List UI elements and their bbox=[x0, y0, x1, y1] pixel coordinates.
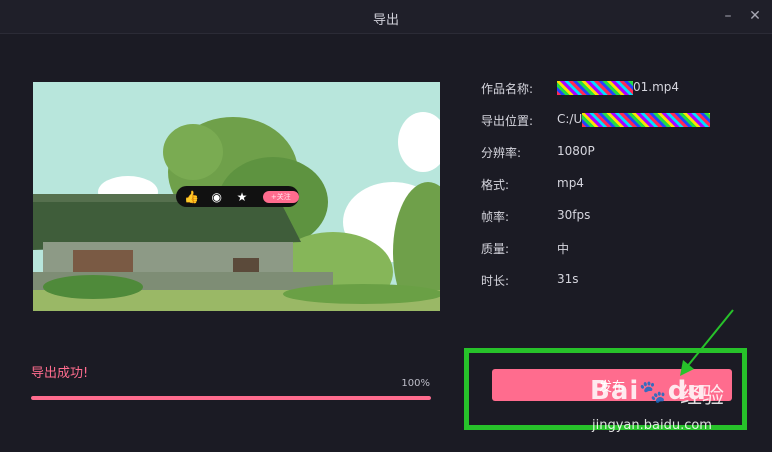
watermark-jingyan: 经验 bbox=[680, 384, 725, 409]
baidu-watermark: Bai🐾du 经验 jingyan.baidu.com bbox=[590, 376, 724, 433]
watermark-url: jingyan.baidu.com bbox=[592, 418, 712, 433]
